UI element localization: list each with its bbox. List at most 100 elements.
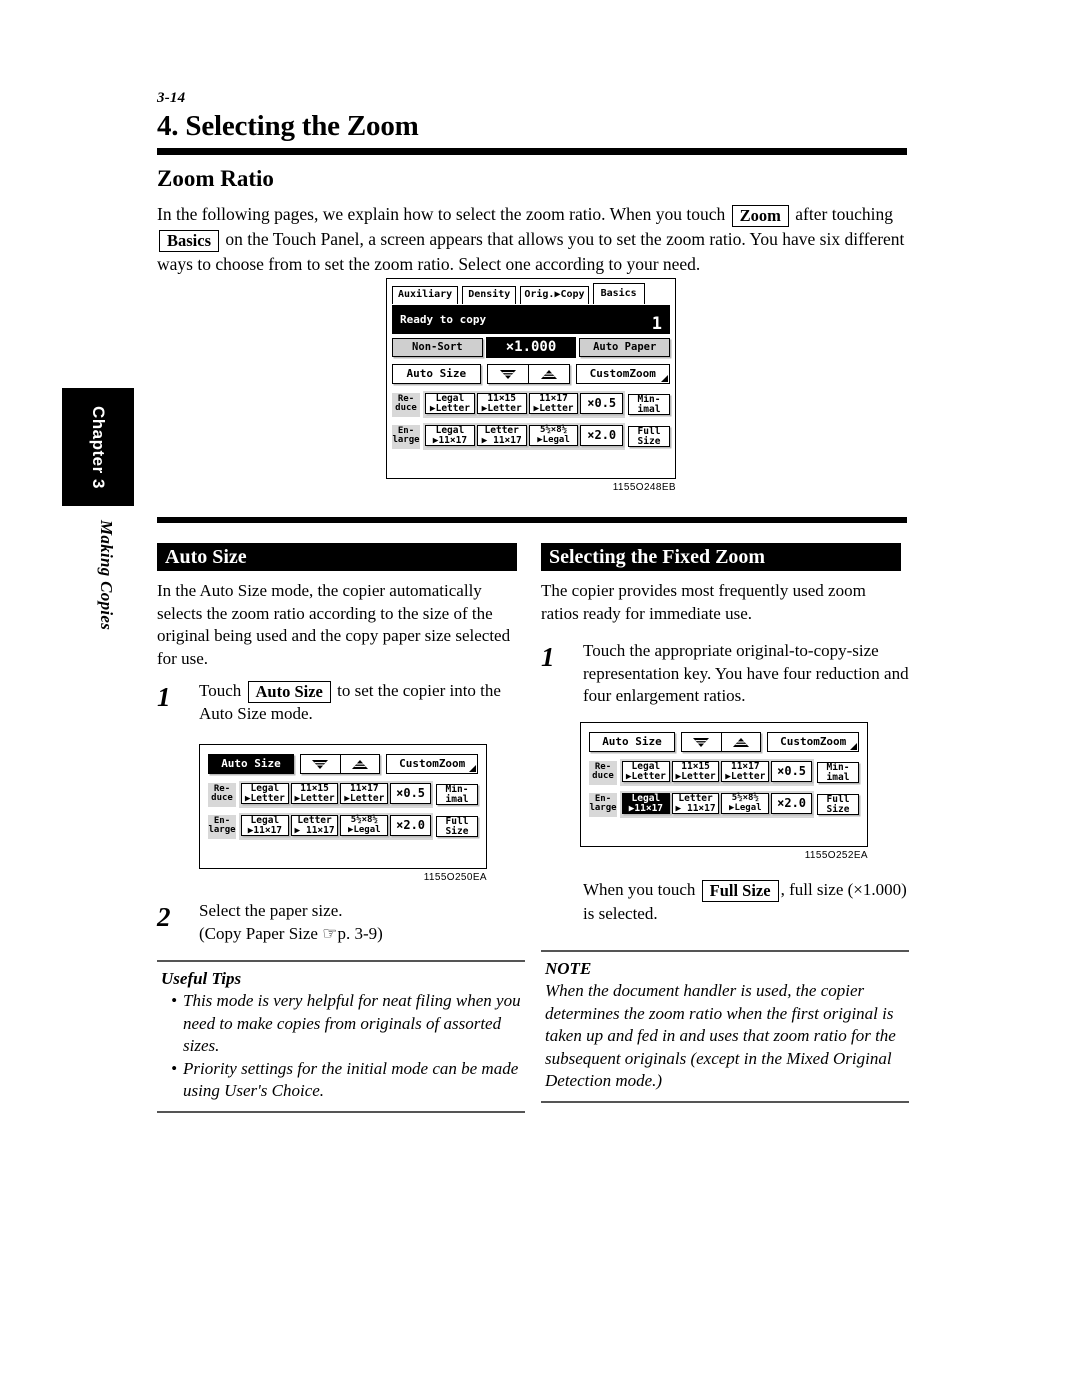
auto-size-key-2-label: Auto Size [221, 757, 281, 771]
paper-key[interactable]: Auto Paper [579, 338, 671, 357]
enlarge-key-x2-0[interactable]: ×2.0 [580, 425, 624, 446]
full-size-key-2[interactable]: Full Size [436, 816, 478, 837]
enlarge-key-5half-legal[interactable]: 5½×8½ ▶Legal [721, 793, 770, 814]
reduce-row-label: Re-duce [392, 392, 420, 417]
zoom-up-triangle-icon [733, 737, 750, 747]
tab-density[interactable]: Density [462, 286, 517, 304]
custom-zoom-key-3[interactable]: CustomZoom [767, 732, 859, 752]
enlarge-row-label: En-large [589, 792, 617, 817]
basics-keycap[interactable]: Basics [159, 230, 220, 252]
lcd-screen-1: Auxiliary Density Orig.▶Copy Basics Read… [386, 278, 676, 479]
page-title: 4. Selecting the Zoom [157, 110, 419, 142]
zoom-down-icon[interactable] [301, 755, 341, 773]
corner-fold-icon [850, 743, 857, 750]
reduce-key-legal-letter[interactable]: Legal ▶Letter [425, 393, 475, 414]
figure-fixed-zoom-selected: Auto Size CustomZoom Re- duce Legal ▶Let… [580, 722, 868, 861]
enlarge-key-legal-11x17[interactable]: Legal ▶11×17 [241, 815, 289, 836]
reduce-key-x0-5[interactable]: ×0.5 [580, 393, 624, 414]
reduce-key-x0-5[interactable]: ×0.5 [390, 783, 432, 804]
full-size-key-1[interactable]: Full Size [628, 426, 670, 447]
reduce-key-11x17-letter[interactable]: 11×17 ▶Letter [528, 393, 579, 414]
enlarge-key-group-2: Legal ▶11×17 Letter ▶ 11×17 5½×8½ ▶Legal ×2… [239, 813, 433, 840]
auto-size-step-2-number: 2 [157, 902, 171, 932]
lcd-zoom-mode-row: Auto Size CustomZoom [392, 364, 670, 384]
enlarge-key-letter-11x17[interactable]: Letter ▶ 11×17 [290, 815, 339, 836]
zoom-down-icon[interactable] [682, 733, 722, 751]
useful-tips-block: Useful Tips This mode is very helpful fo… [157, 960, 525, 1113]
reduce-row-label: Re-duce [589, 760, 617, 785]
note-rule-top [541, 950, 909, 952]
lcd-screen-3: Auto Size CustomZoom Re- duce Legal ▶Let… [580, 722, 868, 847]
enlarge-key-x2-0[interactable]: ×2.0 [771, 793, 813, 814]
enlarge-key-5half-legal[interactable]: 5½×8½ ▶Legal [528, 425, 579, 446]
lcd-setting-row: Non-Sort ×1.000 Auto Paper [392, 337, 671, 358]
chapter-tab: Chapter 3 [62, 388, 134, 506]
tab-basics[interactable]: Basics [592, 283, 645, 304]
custom-zoom-key-1[interactable]: CustomZoom [575, 364, 670, 384]
note-heading: NOTE [545, 959, 592, 978]
sort-key[interactable]: Non-Sort [392, 338, 483, 357]
enlarge-key-legal-11x17[interactable]: Legal ▶11×17 [425, 425, 475, 446]
lcd-enlarge-row-2: En-large Legal ▶11×17 Letter ▶ 11×17 5½×8½… [208, 813, 478, 840]
note-block: NOTE When the document handler is used, … [541, 950, 909, 1103]
tab-basics-label: Basics [600, 287, 637, 299]
minimal-key-3[interactable]: Min-imal [817, 762, 859, 783]
lcd-status-bar: Ready to copy 1 [392, 305, 670, 334]
full-size-key-3[interactable]: Full Size [817, 794, 859, 815]
auto-size-key-1[interactable]: Auto Size [392, 364, 481, 384]
full-size-note: When you touch Full Size, full size (×1.… [583, 878, 913, 925]
zoom-stepper-2[interactable] [300, 754, 381, 774]
lcd-reduce-row-3: Re-duce Legal ▶Letter 11×15 ▶Letter 11×17 ▶… [589, 759, 859, 786]
full-size-keycap[interactable]: Full Size [701, 880, 779, 902]
zoom-down-triangle-icon [693, 737, 710, 747]
reduce-key-11x17-letter[interactable]: 11×17 ▶Letter [721, 761, 770, 782]
tab-auxiliary[interactable]: Auxiliary [392, 286, 459, 304]
auto-size-key-3[interactable]: Auto Size [589, 732, 675, 752]
zoom-up-icon[interactable] [722, 733, 761, 751]
reduce-key-legal-letter[interactable]: Legal ▶Letter [622, 761, 670, 782]
enlarge-key-x2-0[interactable]: ×2.0 [390, 815, 432, 836]
zoom-stepper-3[interactable] [681, 732, 762, 752]
reduce-key-11x15-letter[interactable]: 11×15 ▶Letter [476, 393, 527, 414]
reduce-key-11x17-letter[interactable]: 11×17 ▶Letter [340, 783, 389, 804]
zoom-up-icon[interactable] [529, 365, 569, 383]
auto-size-keycap[interactable]: Auto Size [247, 681, 331, 703]
zoom-down-icon[interactable] [488, 365, 529, 383]
custom-zoom-key-2[interactable]: CustomZoom [386, 754, 478, 774]
reduce-key-legal-letter[interactable]: Legal ▶Letter [241, 783, 289, 804]
tab-orig-copy[interactable]: Orig.▶Copy [520, 286, 589, 304]
enlarge-key-letter-11x17[interactable]: Letter ▶ 11×17 [476, 425, 527, 446]
sort-key-label: Non-Sort [412, 341, 463, 354]
paper-key-label: Auto Paper [593, 341, 657, 354]
reduce-key-x0-5[interactable]: ×0.5 [771, 761, 813, 782]
auto-size-step-2-text: Select the paper size. (Copy Paper Size … [199, 900, 527, 945]
figure-2-caption: 1155O250EA [423, 872, 487, 883]
reduce-key-11x15-letter[interactable]: 11×15 ▶Letter [671, 761, 720, 782]
note-rule-bottom [541, 1100, 909, 1103]
zoom-up-triangle-icon [352, 759, 369, 769]
enlarge-key-5half-legal[interactable]: 5½×8½ ▶Legal [340, 815, 389, 836]
page-folio: 3-14 [157, 90, 186, 106]
auto-size-step-1: 1 Touch Auto Size to set the copier into… [157, 680, 527, 726]
enlarge-key-letter-11x17[interactable]: Letter ▶ 11×17 [671, 793, 720, 814]
reduce-key-group-3: Legal ▶Letter 11×15 ▶Letter 11×17 ▶Letter ×… [620, 759, 814, 786]
lcd-enlarge-row-1: En-large Legal ▶11×17 Letter ▶ 11×17 5½×8½… [392, 423, 670, 450]
enlarge-row-label: En-large [208, 814, 236, 839]
auto-size-key-2[interactable]: Auto Size [208, 754, 294, 774]
reduce-key-11x15-letter[interactable]: 11×15 ▶Letter [290, 783, 339, 804]
minimal-key-2[interactable]: Min-imal [436, 784, 478, 805]
zoom-stepper-1[interactable] [486, 364, 570, 384]
zoom-up-icon[interactable] [341, 755, 380, 773]
enlarge-key-legal-11x17[interactable]: Legal ▶11×17 [622, 793, 670, 814]
tab-orig-copy-label: Orig.▶Copy [524, 289, 585, 301]
list-item: Priority settings for the initial mode c… [171, 1058, 525, 1103]
full-size-text-1: When you touch [583, 880, 696, 899]
zoom-display[interactable]: ×1.000 [485, 337, 577, 358]
reduce-key-group-2: Legal ▶Letter 11×15 ▶Letter 11×17 ▶Letter ×… [239, 781, 433, 808]
custom-zoom-key-2-label: CustomZoom [399, 757, 466, 771]
auto-size-paragraph: In the Auto Size mode, the copier automa… [157, 581, 511, 668]
lcd-zoom-mode-row-2: Auto Size CustomZoom [208, 754, 478, 774]
zoom-keycap[interactable]: Zoom [731, 205, 789, 227]
lcd-zoom-mode-row-3: Auto Size CustomZoom [589, 732, 859, 752]
minimal-key-1[interactable]: Min-imal [628, 394, 670, 415]
